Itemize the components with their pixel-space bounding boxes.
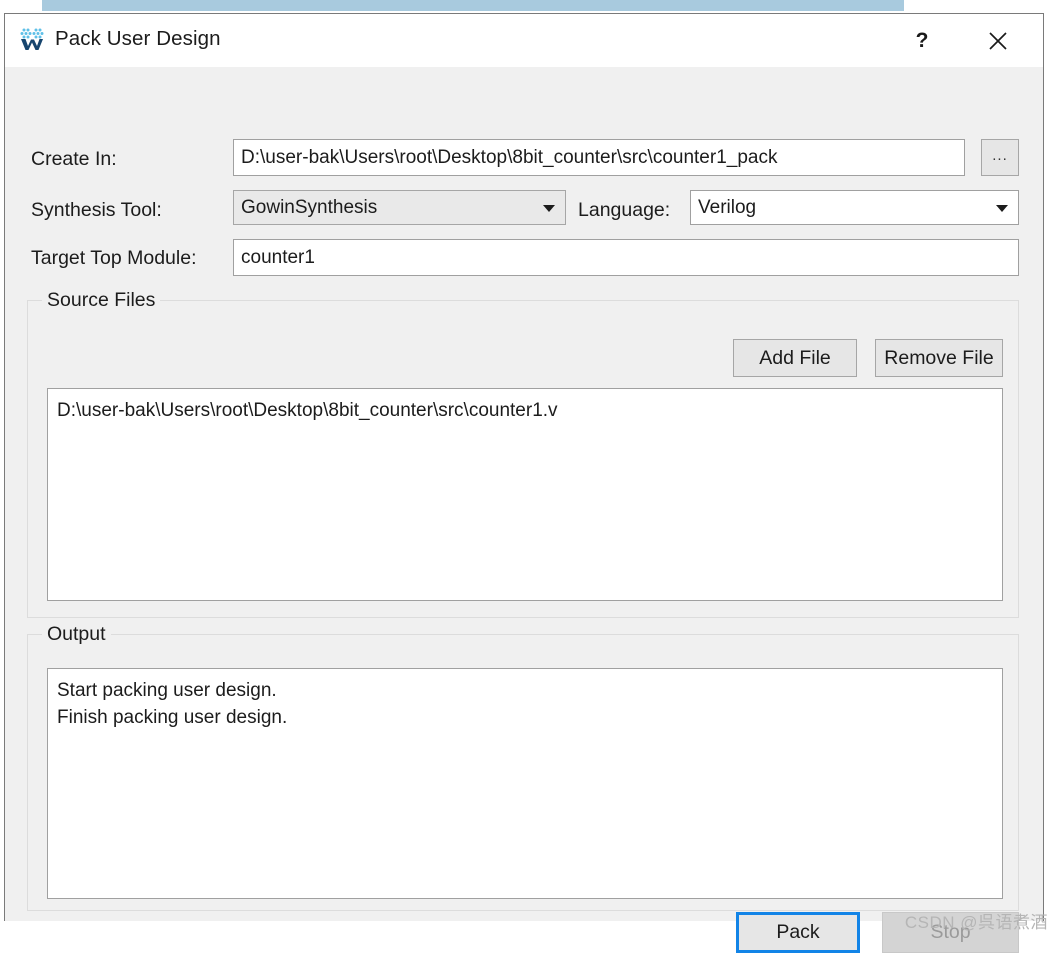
dialog-title: Pack User Design [55, 27, 221, 51]
pack-user-design-dialog: Pack User Design ? Create In: D:\user-ba… [4, 13, 1044, 921]
synthesis-tool-select[interactable]: GowinSynthesis [233, 190, 566, 225]
output-line: Finish packing user design. [57, 704, 993, 731]
close-icon [986, 29, 1010, 53]
pack-button[interactable]: Pack [736, 912, 860, 953]
target-top-module-label: Target Top Module: [31, 247, 197, 270]
source-files-title: Source Files [42, 289, 160, 312]
output-line: Start packing user design. [57, 677, 993, 704]
chevron-down-icon [543, 205, 555, 212]
close-button[interactable] [967, 14, 1029, 67]
source-files-list[interactable]: D:\user-bak\Users\root\Desktop\8bit_coun… [47, 388, 1003, 601]
output-title: Output [42, 623, 111, 646]
background-left-edge [0, 0, 42, 11]
dialog-body: Create In: D:\user-bak\Users\root\Deskto… [5, 67, 1043, 921]
target-top-module-input[interactable]: counter1 [233, 239, 1019, 276]
output-log[interactable]: Start packing user design. Finish packin… [47, 668, 1003, 899]
background-window-strip [0, 0, 1054, 13]
list-item[interactable]: D:\user-bak\Users\root\Desktop\8bit_coun… [57, 397, 993, 424]
remove-file-button[interactable]: Remove File [875, 339, 1003, 377]
chevron-down-icon [996, 205, 1008, 212]
gowin-logo-icon [17, 26, 47, 54]
language-value: Verilog [698, 197, 756, 219]
create-in-label: Create In: [31, 148, 117, 171]
browse-button[interactable]: ... [981, 139, 1019, 176]
language-select[interactable]: Verilog [690, 190, 1019, 225]
synthesis-tool-label: Synthesis Tool: [31, 199, 162, 222]
synthesis-tool-value: GowinSynthesis [241, 197, 377, 219]
add-file-button[interactable]: Add File [733, 339, 857, 377]
language-label: Language: [578, 199, 670, 222]
background-selection-highlight [42, 0, 904, 11]
create-in-input[interactable]: D:\user-bak\Users\root\Desktop\8bit_coun… [233, 139, 965, 176]
dialog-title-bar: Pack User Design ? [5, 14, 1043, 67]
csdn-watermark: CSDN @呉语煮酒 [905, 908, 1048, 933]
help-button[interactable]: ? [891, 14, 953, 67]
